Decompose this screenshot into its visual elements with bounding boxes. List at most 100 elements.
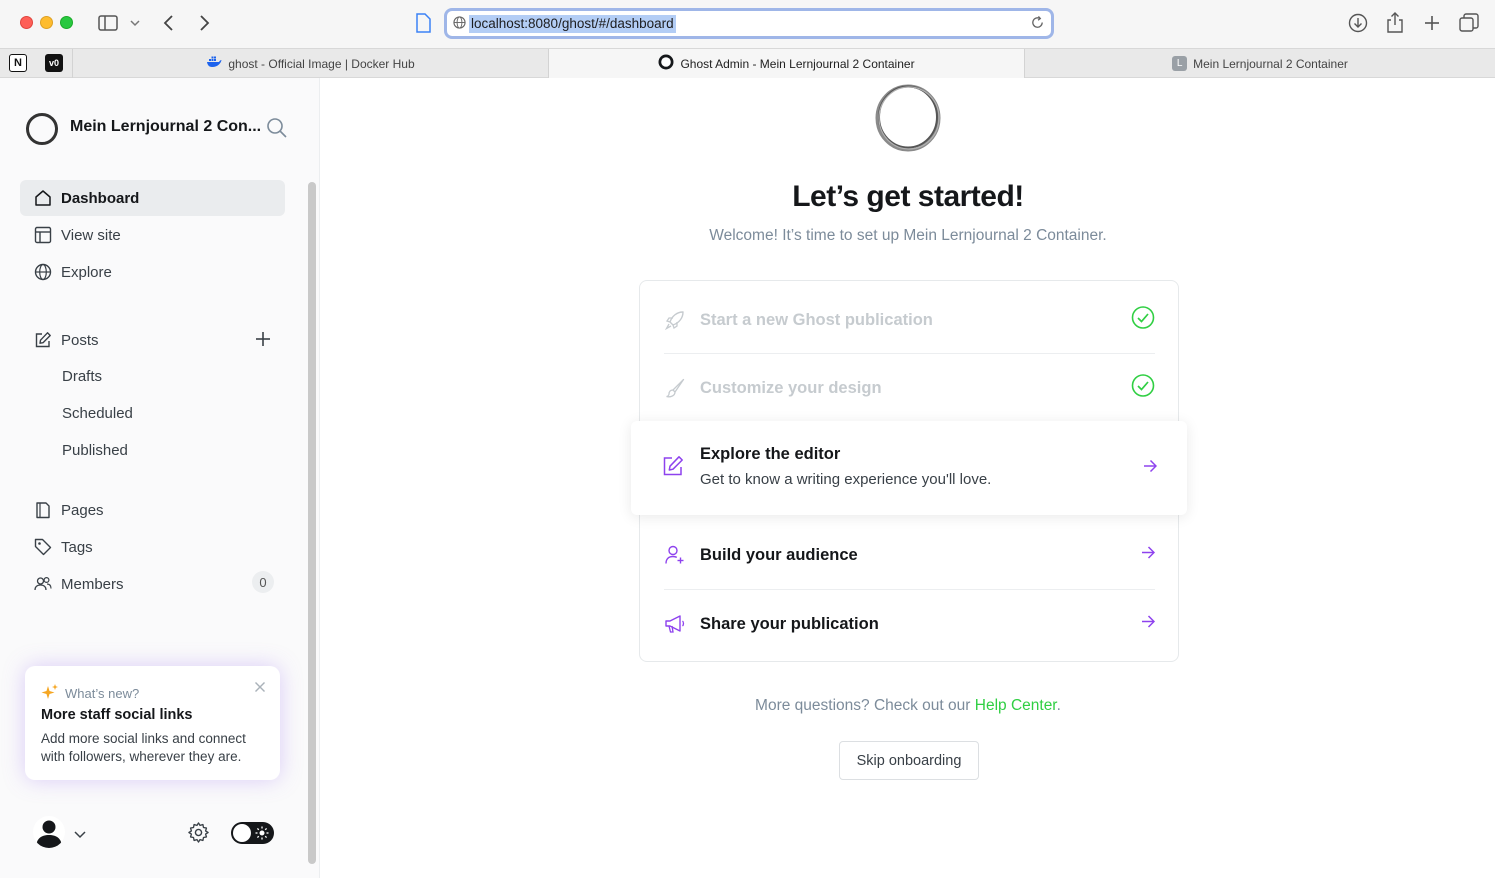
- chevron-down-icon[interactable]: [122, 10, 148, 36]
- tab-overview-icon[interactable]: [1456, 10, 1482, 36]
- new-post-plus-icon[interactable]: [252, 328, 274, 350]
- search-icon[interactable]: [266, 117, 288, 144]
- tab-site[interactable]: L Mein Lernjournal 2 Container: [1024, 49, 1495, 78]
- help-suffix: .: [1056, 697, 1061, 714]
- step-build-audience[interactable]: Build your audience: [664, 540, 1156, 570]
- step-explore-editor[interactable]: Explore the editor Get to know a writing…: [631, 421, 1187, 515]
- help-prefix: More questions? Check out our: [755, 697, 971, 714]
- sidebar-item-label: Explore: [61, 263, 112, 281]
- globe-icon: [32, 261, 54, 283]
- members-icon: [32, 573, 54, 595]
- sidebar: Mein Lernjournal 2 Con... Dashboard View…: [0, 78, 320, 878]
- tab-label: Ghost Admin - Mein Lernjournal 2 Contain…: [680, 56, 915, 71]
- whats-new-card[interactable]: What’s new? More staff social links Add …: [25, 666, 280, 780]
- sidebar-item-drafts[interactable]: Drafts: [62, 368, 102, 385]
- sparkle-icon: [41, 683, 59, 704]
- sidebar-toggle-icon[interactable]: [95, 10, 121, 36]
- whats-new-body: Add more social links and connect with f…: [41, 731, 246, 764]
- arrow-right-icon: [1141, 615, 1156, 634]
- whats-new-label: What’s new?: [65, 686, 140, 701]
- site-title[interactable]: Mein Lernjournal 2 Con...: [70, 118, 261, 136]
- address-bar[interactable]: localhost:8080/ghost/#/dashboard: [444, 8, 1054, 39]
- new-tab-icon[interactable]: [1419, 10, 1445, 36]
- sidebar-item-label: Dashboard: [61, 189, 140, 207]
- site-letter-icon: L: [1172, 56, 1188, 71]
- welcome-text: Welcome! It’s time to set up Mein Lernjo…: [709, 227, 1107, 244]
- divider: [664, 589, 1155, 590]
- main-content: Let’s get started! Welcome! It’s time to…: [321, 78, 1495, 878]
- download-icon[interactable]: [1345, 10, 1371, 36]
- sun-icon: [255, 826, 269, 845]
- minimize-window-button[interactable]: [40, 16, 53, 29]
- browser-titlebar: localhost:8080/ghost/#/dashboard: [0, 0, 1495, 48]
- page-icon: [32, 499, 54, 521]
- step-title: Explore the editor: [700, 445, 841, 463]
- check-circle-icon: [1131, 306, 1155, 335]
- step-start-publication[interactable]: Start a new Ghost publication: [664, 305, 1155, 335]
- members-count-badge: 0: [252, 571, 274, 593]
- sidebar-item-label: Tags: [61, 538, 93, 556]
- whats-new-title: More staff social links: [41, 707, 193, 723]
- tab-ghost-admin[interactable]: Ghost Admin - Mein Lernjournal 2 Contain…: [548, 49, 1024, 78]
- home-icon: [32, 187, 54, 209]
- sidebar-item-dashboard[interactable]: Dashboard: [20, 180, 285, 216]
- reload-icon[interactable]: [1030, 15, 1045, 35]
- user-add-icon: [664, 544, 686, 566]
- divider: [664, 353, 1155, 354]
- sidebar-scrollbar[interactable]: [308, 182, 316, 864]
- edit-icon: [662, 455, 684, 482]
- sidebar-item-scheduled[interactable]: Scheduled: [62, 405, 133, 422]
- close-window-button[interactable]: [20, 16, 33, 29]
- docker-icon: [206, 56, 222, 71]
- step-title: Share your publication: [700, 614, 879, 633]
- dark-mode-toggle[interactable]: [231, 822, 274, 844]
- sidebar-item-pages[interactable]: Pages: [20, 492, 285, 528]
- site-logo-icon[interactable]: [26, 113, 58, 145]
- back-icon[interactable]: [156, 10, 182, 36]
- sidebar-item-explore[interactable]: Explore: [20, 254, 285, 290]
- layout-icon: [32, 224, 54, 246]
- skip-onboarding-button[interactable]: Skip onboarding: [839, 741, 979, 780]
- sidebar-item-label: View site: [61, 226, 121, 244]
- step-customize-design[interactable]: Customize your design: [664, 373, 1155, 403]
- step-title: Customize your design: [700, 378, 882, 397]
- sidebar-item-view-site[interactable]: View site: [20, 217, 285, 253]
- page-title: Let’s get started!: [792, 180, 1024, 213]
- gear-icon[interactable]: [187, 821, 210, 849]
- tab-docker-hub[interactable]: ghost - Official Image | Docker Hub: [72, 49, 548, 78]
- v0-icon[interactable]: v0: [45, 54, 63, 72]
- rocket-icon: [664, 309, 686, 331]
- sidebar-item-published[interactable]: Published: [62, 442, 128, 459]
- globe-icon: [453, 16, 466, 34]
- brush-icon: [664, 377, 686, 399]
- sidebar-item-members[interactable]: Members: [20, 566, 285, 602]
- tab-bar: N v0 ghost - Official Image | Docker Hub…: [0, 48, 1495, 78]
- sidebar-item-label: Members: [61, 575, 124, 593]
- step-title: Build your audience: [700, 545, 858, 564]
- ghost-icon: [658, 54, 674, 73]
- chevron-down-icon[interactable]: [74, 826, 86, 844]
- page-icon: [410, 10, 436, 36]
- close-icon[interactable]: [254, 680, 266, 692]
- toggle-knob: [233, 824, 251, 842]
- sidebar-item-posts[interactable]: Posts: [20, 322, 285, 358]
- tab-label: ghost - Official Image | Docker Hub: [228, 56, 415, 71]
- check-circle-icon: [1131, 374, 1155, 403]
- arrow-right-icon: [1141, 546, 1156, 565]
- arrow-right-icon: [1143, 459, 1158, 478]
- avatar[interactable]: [33, 816, 65, 848]
- sidebar-item-tags[interactable]: Tags: [20, 529, 285, 565]
- url-text[interactable]: localhost:8080/ghost/#/dashboard: [469, 15, 676, 33]
- ghost-logo-icon: [874, 82, 942, 152]
- tab-label: Mein Lernjournal 2 Container: [1193, 56, 1348, 71]
- sidebar-item-label: Posts: [61, 331, 99, 349]
- zoom-window-button[interactable]: [60, 16, 73, 29]
- notion-icon[interactable]: N: [9, 54, 27, 72]
- share-icon[interactable]: [1382, 10, 1408, 36]
- help-center-link[interactable]: Help Center: [975, 697, 1057, 714]
- step-share-publication[interactable]: Share your publication: [664, 609, 1156, 639]
- forward-icon[interactable]: [191, 10, 217, 36]
- tag-icon: [32, 536, 54, 558]
- sidebar-item-label: Pages: [61, 501, 104, 519]
- step-title: Start a new Ghost publication: [700, 310, 933, 329]
